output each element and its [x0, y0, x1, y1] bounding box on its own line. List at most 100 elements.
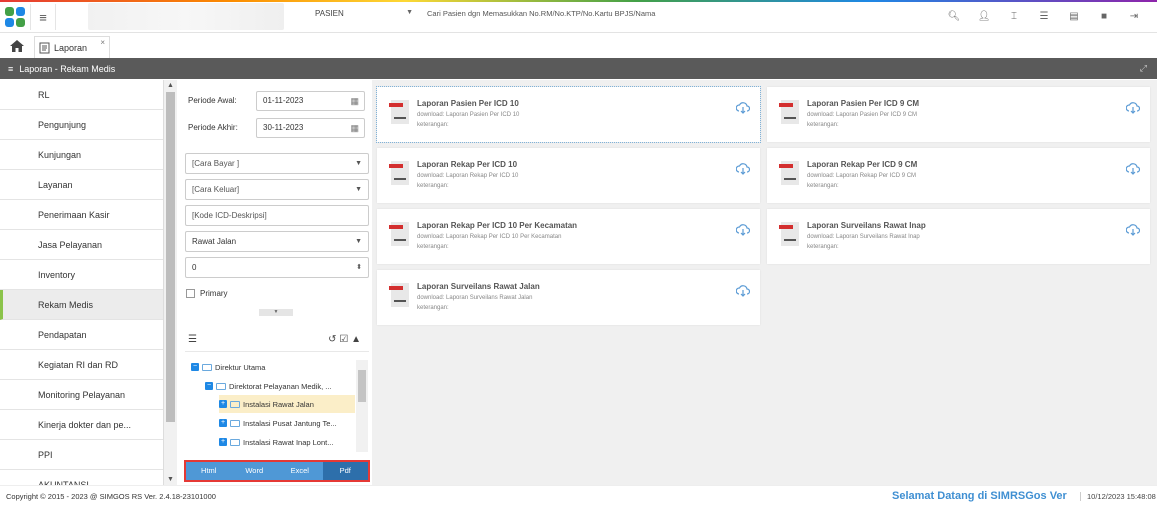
report-card[interactable]: Laporan Rekap Per ICD 10 Per Kecamatan d… — [377, 209, 760, 264]
reset-icon[interactable]: ↺ — [328, 334, 336, 345]
cara-keluar-select[interactable]: [Cara Keluar] ▼ — [185, 179, 369, 200]
expand-icon[interactable]: + — [219, 419, 227, 427]
report-download: download: Laporan Surveilans Rawat Inap — [807, 234, 920, 240]
kode-icd-input[interactable]: [Kode ICD-Deskripsi] — [185, 205, 369, 226]
sidebar-item-inventory[interactable]: Inventory — [0, 260, 163, 290]
folder-icon[interactable]: ■ — [1089, 6, 1119, 28]
report-card[interactable]: Laporan Surveilans Rawat Inap download: … — [767, 209, 1150, 264]
download-icon[interactable] — [736, 101, 750, 115]
scroll-down-icon[interactable]: ▼ — [167, 476, 174, 483]
periode-akhir-input[interactable]: 30-11-2023 ▦ — [256, 118, 365, 138]
tab-row: Laporan × — [0, 34, 1157, 58]
close-icon[interactable]: × — [100, 38, 105, 47]
sidebar-item-layanan[interactable]: Layanan — [0, 170, 163, 200]
sidebar-item-kegiatan-ri-rd[interactable]: Kegiatan RI dan RD — [0, 350, 163, 380]
report-card[interactable]: Laporan Pasien Per ICD 9 CM download: La… — [767, 87, 1150, 142]
collapse-icon[interactable]: − — [191, 363, 199, 371]
calendar-icon[interactable]: ▦ — [350, 119, 359, 137]
stepper-icon[interactable]: ⬍ — [356, 258, 362, 277]
tree-node-selected[interactable]: + Instalasi Rawat Jalan — [219, 395, 355, 413]
tree-node-label: Direktur Utama — [215, 362, 266, 372]
periode-awal-label: Periode Awal: — [188, 96, 237, 105]
download-icon[interactable] — [736, 284, 750, 298]
download-icon[interactable] — [1126, 223, 1140, 237]
tree-node[interactable]: + Instalasi Rawat Inap Lont... — [219, 433, 333, 451]
cara-keluar-value: [Cara Keluar] — [192, 185, 240, 194]
tab-label: Laporan — [54, 42, 88, 53]
tree-actions: ↺ ☑ ▲ — [328, 334, 361, 345]
expand-icon[interactable]: + — [219, 400, 227, 408]
sidebar-item-jasa-pelayanan[interactable]: Jasa Pelayanan — [0, 230, 163, 260]
download-icon[interactable] — [1126, 162, 1140, 176]
checkbox-box[interactable] — [186, 289, 195, 298]
list-icon[interactable]: ☰ — [188, 334, 197, 345]
copyright-text: Copyright © 2015 - 2023 @ SIMGOS RS Ver.… — [6, 492, 216, 501]
sidebar-item-ppi[interactable]: PPI — [0, 440, 163, 470]
search-icon[interactable]: 🔍︎ — [939, 6, 969, 28]
tree-node[interactable]: + Instalasi Pusat Jantung Te... — [219, 414, 337, 432]
export-word-button[interactable]: Word — [232, 462, 278, 480]
calendar-icon[interactable]: ▦ — [350, 92, 359, 110]
check-all-icon[interactable]: ☑ — [339, 334, 348, 345]
download-icon[interactable] — [736, 162, 750, 176]
expand-icon[interactable]: ⤢ — [1140, 63, 1147, 74]
tree-node[interactable]: − Direktorat Pelayanan Medik, ... — [205, 377, 332, 395]
sidebar-item-pendapatan[interactable]: Pendapatan — [0, 320, 163, 350]
number-stepper[interactable]: 0 ⬍ — [185, 257, 369, 278]
jenis-rawat-select[interactable]: Rawat Jalan ▼ — [185, 231, 369, 252]
patient-search-input[interactable]: Cari Pasien dgn Memasukkan No.RM/No.KTP/… — [427, 9, 927, 25]
sidebar-item-penerimaan-kasir[interactable]: Penerimaan Kasir — [0, 200, 163, 230]
sidebar-item-akuntansi[interactable]: AKUNTANSI — [0, 470, 163, 486]
folder-icon — [230, 438, 240, 446]
sidebar-item-kunjungan[interactable]: Kunjungan — [0, 140, 163, 170]
patient-type-select[interactable]: PASIEN ▼ — [315, 9, 415, 25]
download-icon[interactable] — [736, 223, 750, 237]
sidebar-item-rekam-medis[interactable]: Rekam Medis — [0, 290, 163, 320]
document-icon[interactable]: ▤ — [1059, 6, 1089, 28]
collapse-handle-icon[interactable]: ▼ — [259, 309, 293, 316]
tab-laporan[interactable]: Laporan × — [34, 36, 110, 58]
export-pdf-button[interactable]: Pdf — [322, 462, 368, 480]
tree-node[interactable]: − Direktur Utama — [191, 358, 265, 376]
report-keterangan: keterangan: — [807, 183, 839, 189]
report-download: download: Laporan Rekap Per ICD 9 CM — [807, 173, 917, 179]
scroll-thumb[interactable] — [166, 92, 175, 422]
expand-icon[interactable]: + — [219, 438, 227, 446]
chevron-down-icon: ▼ — [406, 9, 413, 16]
report-download: download: Laporan Pasien Per ICD 10 — [417, 112, 520, 118]
primary-checkbox[interactable]: Primary — [186, 289, 228, 298]
report-card[interactable]: Laporan Rekap Per ICD 10 download: Lapor… — [377, 148, 760, 203]
tree-toolbar: ☰ ↺ ☑ ▲ — [185, 330, 369, 352]
list-icon[interactable]: ☰ — [1029, 6, 1059, 28]
report-title: Laporan Pasien Per ICD 10 — [417, 99, 519, 108]
menu-icon[interactable]: ≡ — [8, 64, 13, 74]
text-icon[interactable]: ⌶ — [999, 6, 1029, 28]
export-html-button[interactable]: Html — [186, 462, 232, 480]
sidebar-item-monitoring-pelayanan[interactable]: Monitoring Pelayanan — [0, 380, 163, 410]
app-logo-icon[interactable] — [4, 6, 26, 28]
chevron-up-icon[interactable]: ▲ — [351, 334, 361, 345]
report-download: download: Laporan Pasien Per ICD 9 CM — [807, 112, 918, 118]
search-placeholder: Cari Pasien dgn Memasukkan No.RM/No.KTP/… — [427, 9, 656, 18]
report-card[interactable]: Laporan Pasien Per ICD 10 download: Lapo… — [376, 86, 761, 143]
sidebar-scrollbar[interactable]: ▲ ▼ — [164, 80, 177, 485]
scroll-up-icon[interactable]: ▲ — [167, 82, 174, 89]
user-settings-icon[interactable]: 👤︎ — [969, 6, 999, 28]
periode-awal-input[interactable]: 01-11-2023 ▦ — [256, 91, 365, 111]
menu-toggle-icon[interactable]: ≡ — [30, 4, 56, 30]
scroll-thumb[interactable] — [358, 370, 366, 402]
home-icon[interactable] — [9, 38, 25, 54]
report-card[interactable]: Laporan Rekap Per ICD 9 CM download: Lap… — [767, 148, 1150, 203]
sidebar-item-rl[interactable]: RL — [0, 80, 163, 110]
chevron-down-icon: ▼ — [355, 160, 362, 167]
download-icon[interactable] — [1126, 101, 1140, 115]
sidebar-item-pengunjung[interactable]: Pengunjung — [0, 110, 163, 140]
cara-bayar-select[interactable]: [Cara Bayar ] ▼ — [185, 153, 369, 174]
collapse-icon[interactable]: − — [205, 382, 213, 390]
folder-icon — [202, 363, 212, 371]
tree-scrollbar[interactable] — [356, 360, 368, 452]
logout-icon[interactable]: ⇥ — [1119, 6, 1149, 28]
export-excel-button[interactable]: Excel — [277, 462, 323, 480]
sidebar-item-kinerja-dokter[interactable]: Kinerja dokter dan pe... — [0, 410, 163, 440]
report-card[interactable]: Laporan Surveilans Rawat Jalan download:… — [377, 270, 760, 325]
